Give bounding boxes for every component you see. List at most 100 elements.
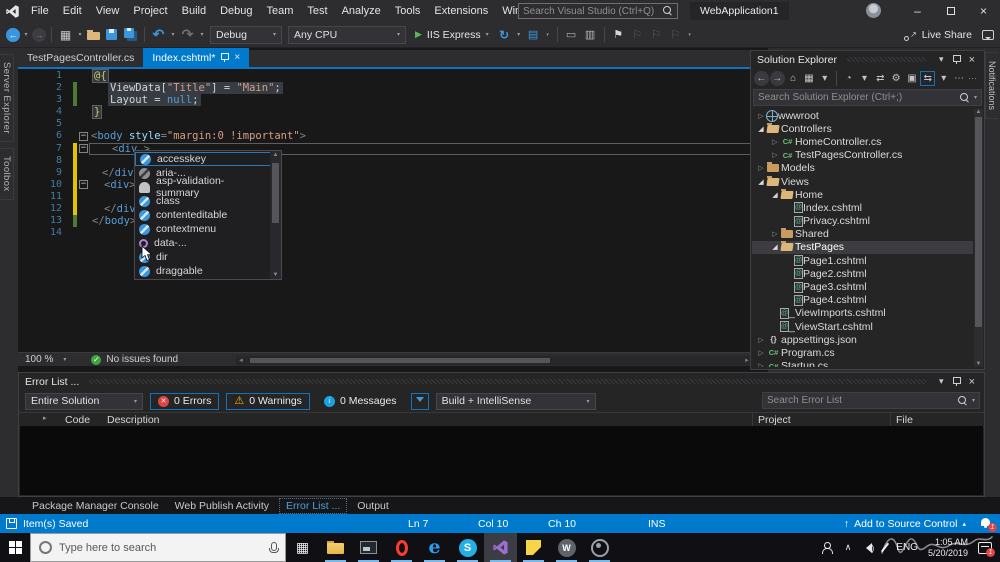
taskbar-search-input[interactable] [59, 541, 262, 554]
taskbar-app-sticky-notes[interactable] [517, 533, 550, 562]
expanded-arrow-icon[interactable]: ◢ [756, 125, 766, 133]
nav-forward-icon[interactable]: → [32, 27, 46, 42]
collapsed-arrow-icon[interactable]: ▷ [756, 349, 766, 357]
caret-icon[interactable]: ▾ [857, 71, 872, 86]
taskbar-app-edge[interactable]: e [418, 533, 451, 562]
column-code[interactable]: Code [65, 414, 90, 426]
close-icon[interactable]: × [966, 54, 978, 66]
tree-item[interactable]: ▷ C# TestPagesController.cs [752, 149, 973, 162]
panel-tab-output[interactable]: Output [351, 499, 395, 513]
code-line[interactable]: 10− < div > [18, 178, 754, 191]
pin-icon[interactable] [952, 376, 961, 387]
scrollbar-thumb[interactable] [975, 117, 982, 327]
column-project[interactable]: Project [758, 414, 791, 426]
quick-search-input[interactable] [523, 5, 659, 17]
menu-view[interactable]: View [89, 0, 127, 22]
taskbar-app-wondershare[interactable]: W [550, 533, 583, 562]
collapse-icon[interactable]: − [79, 132, 88, 142]
platform-dropdown[interactable]: Any CPU ▾ [288, 25, 406, 44]
source-filter-dropdown[interactable]: Build + IntelliSense ▾ [435, 392, 596, 410]
se-back-icon[interactable]: ← [754, 71, 769, 86]
live-share-button[interactable]: ↗ Live Share [903, 29, 972, 41]
intellisense-item[interactable]: class [135, 194, 281, 208]
code-line[interactable]: 5 [18, 118, 754, 130]
menu-debug[interactable]: Debug [213, 0, 259, 22]
zoom-dropdown[interactable]: 100 % ▾ [18, 354, 73, 365]
tree-item[interactable]: @ Index.cshtml [752, 201, 973, 214]
properties-icon[interactable]: ⚙ [889, 71, 904, 86]
collapse-icon[interactable]: − [79, 180, 88, 190]
save-all-icon[interactable] [122, 26, 139, 43]
filter-button[interactable] [410, 392, 429, 410]
intellisense-item[interactable]: accesskey [135, 152, 281, 166]
minimize-button[interactable]: – [901, 0, 934, 22]
document-tab[interactable]: TestPagesController.cs [18, 48, 144, 67]
refresh-icon[interactable]: ↻ [496, 26, 513, 43]
code-editor[interactable]: 1 @{2 ViewData["Title"] = "Main"; 3 Layout =… [18, 69, 754, 352]
chevron-down-icon[interactable]: ▾ [936, 54, 947, 65]
language-indicator[interactable]: ENG [896, 542, 918, 553]
column-file[interactable]: File [896, 414, 913, 426]
intellisense-scrollbar[interactable]: ▲ ▼ [270, 151, 281, 279]
taskbar-app-opera[interactable] [385, 533, 418, 562]
bm-prev-icon[interactable]: ⚐ [629, 26, 646, 43]
intellisense-item[interactable]: data-... [135, 236, 281, 250]
errors-filter-button[interactable]: ✕ 0 Errors [150, 392, 220, 410]
code-line[interactable]: 9 </div [18, 166, 754, 179]
taskbar-search-box[interactable] [30, 533, 286, 562]
collapsed-arrow-icon[interactable]: ▷ [756, 336, 766, 344]
tree-item[interactable]: @ Page2.cshtml [752, 267, 973, 280]
editor-horizontal-scrollbar[interactable]: ◄ ► [236, 356, 752, 365]
warnings-filter-button[interactable]: ⚠ 0 Warnings [226, 392, 310, 410]
preview-icon[interactable]: ▣ [905, 71, 920, 86]
collapsed-arrow-icon[interactable]: ▷ [770, 230, 780, 238]
tree-item[interactable]: @ Page3.cshtml [752, 280, 973, 293]
redo-icon[interactable]: ↷ [179, 26, 196, 43]
column-indicator[interactable]: Col 10 [478, 514, 508, 533]
code-line[interactable]: 11 [18, 190, 754, 204]
pin-icon[interactable] [952, 54, 961, 65]
caret-icon[interactable]: ▾ [22, 26, 30, 43]
people-icon[interactable] [821, 542, 835, 554]
menu-build[interactable]: Build [175, 0, 213, 22]
rail-tab-toolbox[interactable]: Toolbox [0, 148, 14, 200]
tree-item[interactable]: ▷ wwwroot [752, 109, 973, 122]
search-icon[interactable] [663, 6, 673, 16]
character-indicator[interactable]: Ch 10 [548, 514, 576, 533]
intellisense-item[interactable]: contenteditable [135, 208, 281, 222]
solution-search-input[interactable] [758, 92, 956, 103]
taskbar-app-visual-studio[interactable] [484, 533, 517, 562]
quick-search-box[interactable] [518, 3, 678, 19]
rail-tab-server-explorer[interactable]: Server Explorer [0, 54, 14, 142]
menu-analyze[interactable]: Analyze [335, 0, 388, 22]
code-line[interactable]: 1 @{ [18, 69, 754, 84]
tree-item[interactable]: ◢ Home [752, 188, 973, 201]
tree-item[interactable]: @ Page1.cshtml [752, 254, 973, 267]
caret-icon[interactable]: ▾ [198, 26, 206, 43]
microphone-icon[interactable] [269, 541, 279, 554]
menu-edit[interactable]: Edit [56, 0, 89, 22]
nav-folder-icon[interactable]: ▭ [563, 26, 580, 43]
code-line[interactable]: 8 [18, 154, 754, 167]
menu-team[interactable]: Team [260, 0, 301, 22]
code-line[interactable]: 2 ViewData["Title"] = "Main"; [18, 82, 754, 95]
menu-test[interactable]: Test [300, 0, 334, 22]
home-icon[interactable]: ⌂ [786, 71, 801, 86]
collapsed-arrow-icon[interactable]: ▷ [770, 151, 780, 159]
bm-next-icon[interactable]: ⚐ [648, 26, 665, 43]
add-to-source-control-button[interactable]: ↑ Add to Source Control ▴ [844, 514, 966, 533]
chevron-down-icon[interactable]: ▾ [974, 94, 977, 101]
caret-icon[interactable]: ▾ [76, 26, 84, 43]
tree-item[interactable]: ▷ Shared [752, 228, 973, 241]
scrollbar-thumb[interactable] [272, 163, 279, 223]
feedback-icon[interactable] [982, 30, 994, 40]
caret-icon[interactable]: ▾ [169, 26, 177, 43]
sync-icon[interactable]: ⇄ [873, 71, 888, 86]
menu-file[interactable]: File [24, 0, 56, 22]
search-icon[interactable] [959, 92, 970, 103]
taskbar-app-screenshot-tool[interactable] [352, 533, 385, 562]
collapsed-arrow-icon[interactable]: ▷ [756, 362, 766, 367]
scroll-down-icon[interactable]: ▼ [270, 272, 281, 278]
intellisense-item[interactable]: contextmenu [135, 222, 281, 236]
taskbar-app-task-view[interactable]: ▦ [286, 533, 319, 562]
